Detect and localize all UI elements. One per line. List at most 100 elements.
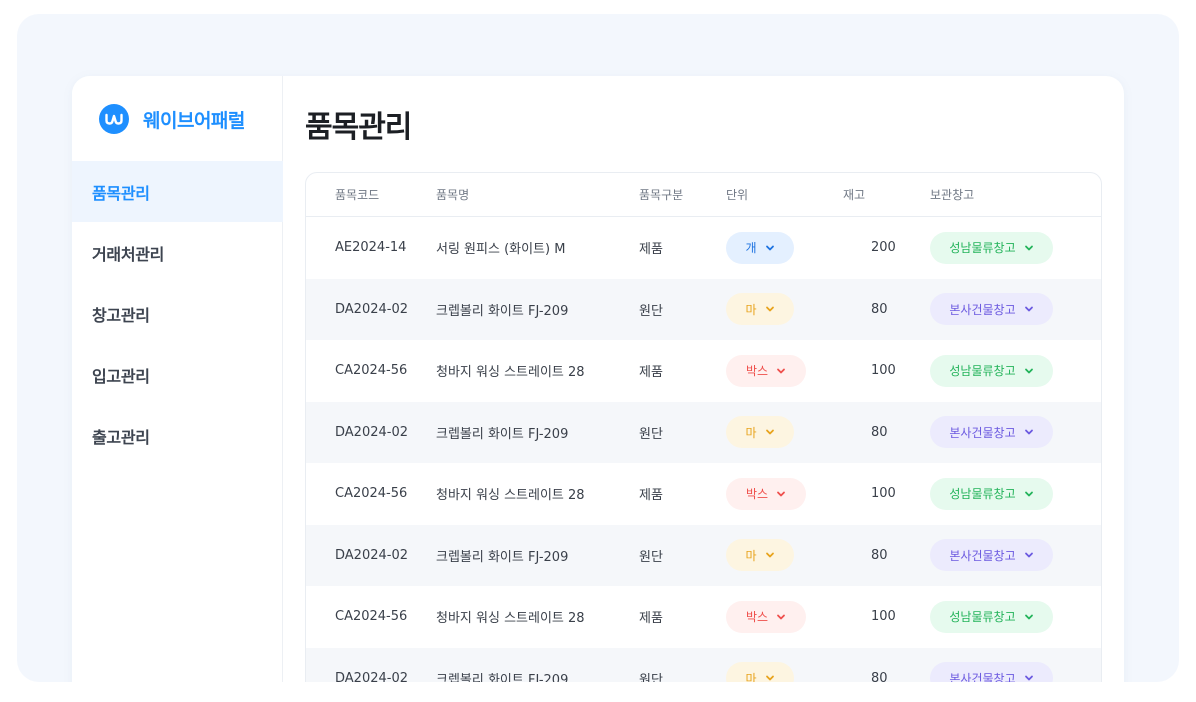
page-title: 품목관리 bbox=[305, 110, 412, 145]
app-background: 웨이브어패럴 품목관리 거래처관리 창고관리 입고관리 출고관리 품목관리 품목코드 품목… bbox=[17, 14, 1179, 682]
unit-select[interactable]: 박스 bbox=[726, 477, 806, 510]
item-category: 제품 bbox=[639, 488, 663, 504]
warehouse-select[interactable]: 본사건물창고 bbox=[930, 662, 1053, 682]
sidebar-item-inbound[interactable]: 입고관리 bbox=[72, 344, 283, 405]
warehouse-select[interactable]: 성남물류창고 bbox=[930, 600, 1053, 633]
stock-value: 80 bbox=[871, 424, 888, 440]
sidebar-nav: 품목관리 거래처관리 창고관리 입고관리 출고관리 bbox=[72, 161, 283, 466]
unit-value: 마 bbox=[745, 548, 757, 563]
table-row[interactable]: DA2024-02 크렙볼리 화이트 FJ-209 원단 마 80 본사건물창고 bbox=[306, 401, 1101, 463]
chevron-down-icon bbox=[765, 429, 774, 435]
unit-cell: 마 bbox=[726, 293, 843, 326]
warehouse-value: 본사건물창고 bbox=[949, 425, 1016, 440]
table-row[interactable]: AE2024-14 서링 원피스 (화이트) M 제품 개 200 성남물류창고 bbox=[306, 217, 1101, 279]
item-name: 크렙볼리 화이트 FJ-209 bbox=[436, 672, 569, 682]
warehouse-cell: 성남물류창고 bbox=[930, 477, 1100, 510]
unit-select[interactable]: 마 bbox=[726, 662, 794, 682]
item-name: 크렙볼리 화이트 FJ-209 bbox=[436, 303, 569, 319]
item-code: DA2024-02 bbox=[335, 301, 408, 317]
unit-cell: 마 bbox=[726, 416, 843, 449]
unit-select[interactable]: 마 bbox=[726, 293, 794, 326]
unit-value: 마 bbox=[745, 425, 757, 440]
warehouse-cell: 성남물류창고 bbox=[930, 354, 1100, 387]
unit-cell: 박스 bbox=[726, 600, 843, 633]
warehouse-select[interactable]: 성남물류창고 bbox=[930, 231, 1053, 264]
unit-value: 마 bbox=[745, 671, 757, 682]
brand[interactable]: 웨이브어패럴 bbox=[99, 104, 245, 134]
chevron-down-icon bbox=[777, 614, 785, 620]
table-row[interactable]: DA2024-02 크렙볼리 화이트 FJ-209 원단 마 80 본사건물창고 bbox=[306, 647, 1101, 682]
sidebar-item-items[interactable]: 품목관리 bbox=[72, 161, 283, 222]
header-item-name[interactable]: 품목명 bbox=[436, 186, 639, 203]
warehouse-select[interactable]: 성남물류창고 bbox=[930, 477, 1053, 510]
chevron-down-icon bbox=[1024, 491, 1033, 497]
w-glyph-icon bbox=[105, 113, 123, 125]
unit-value: 박스 bbox=[745, 364, 769, 379]
warehouse-value: 성남물류창고 bbox=[949, 487, 1016, 502]
chevron-down-icon bbox=[1024, 368, 1033, 374]
brand-name: 웨이브어패럴 bbox=[143, 109, 245, 132]
sidebar-item-clients[interactable]: 거래처관리 bbox=[72, 222, 283, 283]
chevron-down-icon bbox=[777, 491, 785, 497]
unit-select[interactable]: 박스 bbox=[726, 354, 806, 387]
warehouse-value: 본사건물창고 bbox=[949, 548, 1016, 563]
stock-value: 100 bbox=[871, 609, 896, 625]
table-row[interactable]: DA2024-02 크렙볼리 화이트 FJ-209 원단 마 80 본사건물창고 bbox=[306, 278, 1101, 340]
item-code: AE2024-14 bbox=[335, 240, 407, 256]
item-code: CA2024-56 bbox=[335, 363, 408, 379]
warehouse-cell: 본사건물창고 bbox=[930, 416, 1100, 449]
unit-select[interactable]: 개 bbox=[726, 231, 794, 264]
warehouse-value: 성남물류창고 bbox=[949, 241, 1016, 256]
chevron-down-icon bbox=[765, 675, 774, 681]
item-code: DA2024-02 bbox=[335, 424, 408, 440]
unit-cell: 개 bbox=[726, 231, 843, 264]
unit-value: 박스 bbox=[745, 610, 769, 625]
item-category: 원단 bbox=[639, 672, 663, 682]
unit-cell: 박스 bbox=[726, 354, 843, 387]
item-code: CA2024-56 bbox=[335, 486, 408, 502]
item-category: 제품 bbox=[639, 365, 663, 381]
item-name: 청바지 워싱 스트레이트 28 bbox=[436, 365, 585, 381]
chevron-down-icon bbox=[765, 552, 774, 558]
table-row[interactable]: CA2024-56 청바지 워싱 스트레이트 28 제품 박스 100 성남물류창고 bbox=[306, 586, 1101, 648]
header-stock[interactable]: 재고 bbox=[843, 186, 930, 203]
chevron-down-icon bbox=[1024, 245, 1033, 251]
item-name: 청바지 워싱 스트레이트 28 bbox=[436, 488, 585, 504]
sidebar: 웨이브어패럴 품목관리 거래처관리 창고관리 입고관리 출고관리 bbox=[72, 76, 283, 682]
stock-value: 100 bbox=[871, 486, 896, 502]
unit-select[interactable]: 마 bbox=[726, 539, 794, 572]
header-item-code[interactable]: 품목코드 bbox=[306, 186, 436, 203]
stock-value: 80 bbox=[871, 301, 888, 317]
chevron-down-icon bbox=[765, 306, 774, 312]
unit-select[interactable]: 마 bbox=[726, 416, 794, 449]
chevron-down-icon bbox=[1024, 552, 1033, 558]
warehouse-value: 성남물류창고 bbox=[949, 610, 1016, 625]
header-unit[interactable]: 단위 bbox=[726, 186, 843, 203]
sidebar-item-warehouses[interactable]: 창고관리 bbox=[72, 283, 283, 344]
unit-select[interactable]: 박스 bbox=[726, 600, 806, 633]
unit-cell: 박스 bbox=[726, 477, 843, 510]
unit-value: 박스 bbox=[745, 487, 769, 502]
warehouse-cell: 본사건물창고 bbox=[930, 293, 1100, 326]
sidebar-item-outbound[interactable]: 출고관리 bbox=[72, 405, 283, 466]
stock-value: 80 bbox=[871, 670, 888, 682]
item-category: 원단 bbox=[639, 426, 663, 442]
item-code: CA2024-56 bbox=[335, 609, 408, 625]
warehouse-select[interactable]: 본사건물창고 bbox=[930, 293, 1053, 326]
chevron-down-icon bbox=[777, 368, 785, 374]
warehouse-select[interactable]: 성남물류창고 bbox=[930, 354, 1053, 387]
items-table: 품목코드 품목명 품목구분 단위 재고 보관창고 AE2024-14 서링 원피스 (화이트… bbox=[305, 172, 1102, 682]
table-header: 품목코드 품목명 품목구분 단위 재고 보관창고 bbox=[306, 173, 1101, 217]
warehouse-select[interactable]: 본사건물창고 bbox=[930, 416, 1053, 449]
item-name: 크렙볼리 화이트 FJ-209 bbox=[436, 426, 569, 442]
header-category[interactable]: 품목구분 bbox=[639, 186, 726, 203]
item-name: 크렙볼리 화이트 FJ-209 bbox=[436, 549, 569, 565]
item-category: 제품 bbox=[639, 242, 663, 258]
header-warehouse[interactable]: 보관창고 bbox=[930, 186, 1100, 203]
table-row[interactable]: CA2024-56 청바지 워싱 스트레이트 28 제품 박스 100 성남물류창고 bbox=[306, 340, 1101, 402]
unit-cell: 마 bbox=[726, 539, 843, 572]
warehouse-select[interactable]: 본사건물창고 bbox=[930, 539, 1053, 572]
table-row[interactable]: DA2024-02 크렙볼리 화이트 FJ-209 원단 마 80 본사건물창고 bbox=[306, 524, 1101, 586]
chevron-down-icon bbox=[765, 245, 774, 251]
table-row[interactable]: CA2024-56 청바지 워싱 스트레이트 28 제품 박스 100 성남물류창고 bbox=[306, 463, 1101, 525]
